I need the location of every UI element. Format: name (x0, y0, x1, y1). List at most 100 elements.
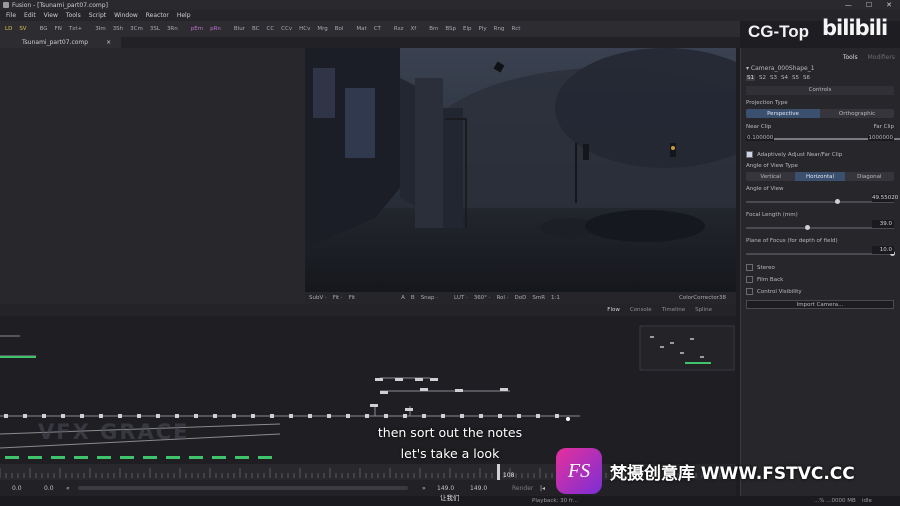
version-s4[interactable]: S4 (781, 75, 788, 81)
tab-flow[interactable]: Flow (607, 307, 620, 313)
tool-3cm-button[interactable]: 3Cm (130, 26, 143, 32)
minimize-button[interactable]: — (845, 1, 852, 9)
node-header[interactable]: ▾ Camera_000Shape_1 (746, 65, 894, 72)
flow-node[interactable] (430, 378, 438, 381)
adaptive-clip-checkbox[interactable] (746, 151, 753, 158)
flow-node[interactable] (42, 414, 46, 418)
tool-bg-button[interactable]: BG (40, 26, 48, 32)
flow-node-green[interactable] (189, 456, 203, 459)
tool-rsz-button[interactable]: Rsz (394, 26, 404, 32)
version-s1[interactable]: S1 (746, 75, 755, 81)
menu-edit[interactable]: Edit (24, 12, 36, 19)
version-s6[interactable]: S6 (803, 75, 810, 81)
flow-node[interactable] (536, 414, 540, 418)
flow-node[interactable] (4, 414, 8, 418)
flow-node[interactable] (175, 414, 179, 418)
time-scrollbar[interactable] (78, 486, 408, 490)
aov-field[interactable]: 49.55020 (872, 194, 898, 202)
stereo-expand-icon[interactable] (746, 264, 753, 271)
menu-view[interactable]: View (44, 12, 58, 19)
flow-node[interactable] (118, 414, 122, 418)
flow-node[interactable] (370, 404, 378, 407)
orthographic-button[interactable]: Orthographic (820, 109, 894, 118)
render-start-field[interactable]: 0.0 (44, 485, 54, 492)
tool-xf-button[interactable]: Xf (410, 26, 416, 32)
close-button[interactable]: ✕ (886, 1, 892, 9)
tool-ld-button[interactable]: LD (5, 26, 12, 32)
b-buffer-button[interactable]: B (411, 295, 415, 301)
roi-dropdown[interactable]: RoI · (496, 295, 508, 301)
zoom-1to1-button[interactable]: 1:1 (551, 295, 560, 301)
tool-bc-button[interactable]: BC (252, 26, 260, 32)
perspective-button[interactable]: Perspective (746, 109, 820, 118)
menu-reactor[interactable]: Reactor (146, 12, 169, 19)
flow-node-green[interactable] (212, 456, 226, 459)
flow-node[interactable] (23, 414, 27, 418)
flow-node[interactable] (346, 414, 350, 418)
horizontal-button[interactable]: Horizontal (795, 172, 845, 181)
tab-close-icon[interactable]: × (106, 39, 111, 46)
flow-node[interactable] (137, 414, 141, 418)
import-camera-button[interactable]: Import Camera... (746, 300, 894, 309)
flow-node[interactable] (403, 414, 407, 418)
tool-3sh-button[interactable]: 3Sh (113, 26, 123, 32)
global-start-field[interactable]: 0.0 (12, 485, 22, 492)
tool-sv-button[interactable]: SV (19, 26, 26, 32)
flow-node-green[interactable] (51, 456, 65, 459)
flow-node[interactable] (384, 414, 388, 418)
tool-mat-button[interactable]: Mat (356, 26, 366, 32)
flow-node-green[interactable] (0, 356, 36, 358)
flow-node[interactable] (517, 414, 521, 418)
flow-node[interactable] (270, 414, 274, 418)
flow-node[interactable] (498, 414, 502, 418)
menu-help[interactable]: Help (177, 12, 191, 19)
tool-hcv-button[interactable]: HCv (299, 26, 310, 32)
tool-rng-button[interactable]: Rng (494, 26, 505, 32)
flow-node-green[interactable] (166, 456, 180, 459)
global-end-field[interactable]: 149.0 (470, 485, 487, 492)
flow-node[interactable] (194, 414, 198, 418)
control-visibility-section[interactable]: Control Visibility (746, 288, 894, 295)
flow-node[interactable] (80, 414, 84, 418)
tab-modifiers[interactable]: Modifiers (868, 54, 895, 61)
flow-node-green[interactable] (5, 456, 19, 459)
version-s2[interactable]: S2 (759, 75, 766, 81)
tool-bol-button[interactable]: Bol (335, 26, 344, 32)
flow-node[interactable] (61, 414, 65, 418)
tool-3im-button[interactable]: 3Im (95, 26, 105, 32)
film-back-expand-icon[interactable] (746, 276, 753, 283)
left-viewer[interactable] (0, 48, 305, 304)
flow-node[interactable] (420, 388, 428, 391)
tab-timeline[interactable]: Timeline (662, 307, 685, 313)
controls-header[interactable]: Controls (746, 86, 894, 95)
subview-button[interactable]: SubV · (309, 295, 327, 301)
tool-pem-button[interactable]: pEm (191, 26, 203, 32)
flow-node[interactable] (415, 378, 423, 381)
version-s5[interactable]: S5 (792, 75, 799, 81)
tool-cc-button[interactable]: CC (266, 26, 274, 32)
control-visibility-expand-icon[interactable] (746, 288, 753, 295)
tool-ply-button[interactable]: Ply (479, 26, 487, 32)
flow-node[interactable] (327, 414, 331, 418)
render-end-field[interactable]: 149.0 (437, 485, 454, 492)
version-s3[interactable]: S3 (770, 75, 777, 81)
flow-node[interactable] (500, 388, 508, 391)
flow-node[interactable] (460, 414, 464, 418)
stereo-section[interactable]: Stereo (746, 264, 894, 271)
vertical-button[interactable]: Vertical (746, 172, 795, 181)
prev-frame-icon[interactable]: |◂ (540, 485, 545, 492)
scroll-left-icon[interactable]: « (66, 485, 70, 492)
flow-node[interactable] (251, 414, 255, 418)
tool-mrg-button[interactable]: Mrg (317, 26, 327, 32)
right-viewer[interactable] (305, 48, 736, 292)
flow-node-green[interactable] (74, 456, 88, 459)
flow-node[interactable] (289, 414, 293, 418)
maximize-button[interactable]: ☐ (866, 1, 872, 9)
flow-node[interactable] (405, 408, 413, 411)
tool-elp-button[interactable]: Elp (463, 26, 472, 32)
flow-node[interactable] (99, 414, 103, 418)
tool-prn-button[interactable]: pRn (210, 26, 221, 32)
flow-node[interactable] (380, 391, 388, 394)
flow-editor[interactable]: VFX GRACE (0, 316, 736, 464)
adaptive-clip-row[interactable]: Adaptively Adjust Near/Far Clip (746, 151, 894, 158)
